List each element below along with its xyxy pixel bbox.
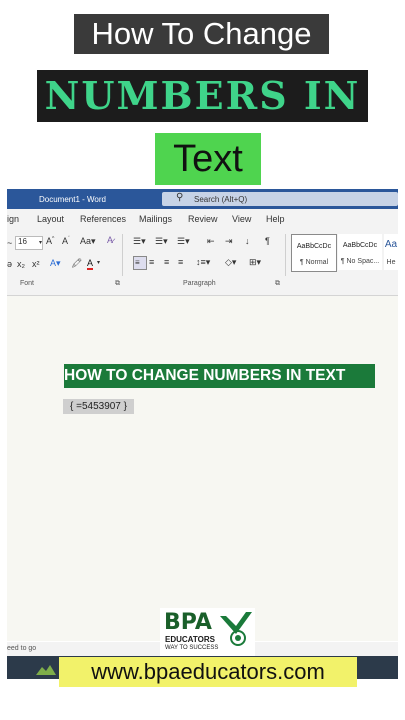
tab-layout[interactable]: Layout bbox=[37, 214, 64, 224]
shrink-font-icon[interactable]: Aˇ bbox=[62, 236, 70, 246]
style-no-spacing[interactable]: AaBbCcDc ¶ No Spac... bbox=[338, 234, 382, 270]
numbering-icon[interactable]: ☰▾ bbox=[155, 236, 168, 247]
strikethrough-icon[interactable]: ə bbox=[7, 259, 12, 269]
style-heading[interactable]: Aa He bbox=[384, 234, 398, 270]
weather-icon[interactable] bbox=[36, 661, 56, 675]
bullets-icon[interactable]: ☰▾ bbox=[133, 236, 146, 247]
word-title-bar: Document1 - Word ⚲ Search (Alt+Q) bbox=[7, 189, 398, 209]
shading-icon[interactable]: ◇▾ bbox=[225, 257, 236, 268]
overlay-title-line1: How To Change bbox=[74, 14, 329, 54]
group-label-paragraph: Paragraph bbox=[183, 280, 216, 287]
tab-view[interactable]: View bbox=[232, 214, 251, 224]
tab-review[interactable]: Review bbox=[188, 214, 218, 224]
bpa-logo: BPA EDUCATORS WAY TO SUCCESS bbox=[160, 608, 255, 656]
show-paragraph-icon[interactable]: ¶ bbox=[265, 236, 270, 246]
style-name: He bbox=[386, 259, 396, 266]
font-color-icon[interactable]: A bbox=[87, 258, 94, 270]
borders-icon[interactable]: ⊞▾ bbox=[249, 257, 261, 268]
field-code[interactable]: { =545390​7 } bbox=[63, 399, 134, 414]
divider bbox=[122, 234, 123, 276]
align-right-icon[interactable]: ≡ bbox=[164, 257, 169, 267]
chevron-down-icon: ▾ bbox=[38, 240, 42, 246]
chevron-down-icon: ▾ bbox=[97, 260, 101, 266]
overlay-title-line2: NUMBERS IN bbox=[37, 70, 368, 122]
logo-tagline: WAY TO SUCCESS bbox=[165, 645, 219, 651]
subscript-icon[interactable]: x₂ bbox=[17, 259, 25, 269]
style-preview: AaBbCcDc bbox=[296, 243, 332, 250]
tab-mailings[interactable]: Mailings bbox=[139, 214, 172, 224]
superscript-icon[interactable]: x² bbox=[32, 259, 40, 269]
document-canvas[interactable] bbox=[7, 296, 398, 641]
search-box[interactable]: ⚲ Search (Alt+Q) bbox=[162, 192, 398, 206]
highlight-icon[interactable]: 🖍 bbox=[71, 258, 82, 269]
style-preview: Aa bbox=[384, 239, 398, 250]
decrease-indent-icon[interactable]: ⇤ bbox=[207, 236, 215, 247]
website-url[interactable]: www.bpaeducators.com bbox=[59, 657, 357, 687]
change-case-icon[interactable]: Aa▾ bbox=[80, 236, 96, 247]
overlay-title-line3: Text bbox=[155, 133, 261, 185]
font-size-value: 16 bbox=[18, 237, 27, 246]
group-label-font: Font bbox=[20, 280, 35, 287]
style-name: ¶ Normal bbox=[299, 259, 329, 266]
ribbon: ~ 16 ▾ A^ Aˇ Aa▾ A̷ ə x₂ x² A▾ 🖍 A ▾ ☰▾ ☰… bbox=[7, 229, 398, 296]
tab-references[interactable]: References bbox=[80, 214, 126, 224]
status-text: eed to go bbox=[7, 645, 37, 652]
justify-icon[interactable]: ≡ bbox=[178, 257, 183, 267]
align-center-icon[interactable]: ≡ bbox=[149, 257, 154, 267]
multilevel-list-icon[interactable]: ☰▾ bbox=[177, 236, 190, 247]
style-preview: AaBbCcDc bbox=[342, 242, 378, 249]
font-size-arrow-icon[interactable]: ~ bbox=[7, 238, 12, 248]
logo-sub-text: EDUCATORS bbox=[165, 635, 215, 644]
divider bbox=[285, 234, 286, 276]
align-left-icon[interactable]: ≡ bbox=[133, 256, 147, 270]
document-heading: HOW TO CHANGE NUMBERS IN TEXT bbox=[64, 364, 375, 388]
grow-font-icon[interactable]: A^ bbox=[46, 236, 54, 246]
dialog-launcher-icon[interactable]: ⧉ bbox=[115, 280, 120, 288]
style-normal[interactable]: AaBbCcDc ¶ Normal bbox=[291, 234, 337, 272]
ribbon-tabs: ign Layout References Mailings Review Vi… bbox=[7, 209, 398, 229]
increase-indent-icon[interactable]: ⇥ bbox=[225, 236, 233, 247]
window-title: Document1 - Word bbox=[39, 195, 106, 204]
logo-main-text: BPA bbox=[164, 610, 212, 635]
search-placeholder: Search (Alt+Q) bbox=[194, 195, 248, 204]
style-name: ¶ No Spac... bbox=[340, 258, 380, 265]
font-size-select[interactable]: 16 ▾ bbox=[15, 236, 43, 250]
clear-formatting-icon[interactable]: A̷ bbox=[107, 235, 113, 245]
sort-icon[interactable]: ↓ bbox=[245, 236, 250, 246]
line-spacing-icon[interactable]: ↕≡▾ bbox=[196, 257, 210, 268]
tab-design[interactable]: ign bbox=[7, 214, 19, 224]
text-effects-icon[interactable]: A▾ bbox=[50, 258, 61, 269]
tab-help[interactable]: Help bbox=[266, 214, 285, 224]
search-icon: ⚲ bbox=[176, 192, 184, 203]
target-check-icon bbox=[220, 612, 252, 646]
dialog-launcher-icon[interactable]: ⧉ bbox=[275, 280, 280, 288]
